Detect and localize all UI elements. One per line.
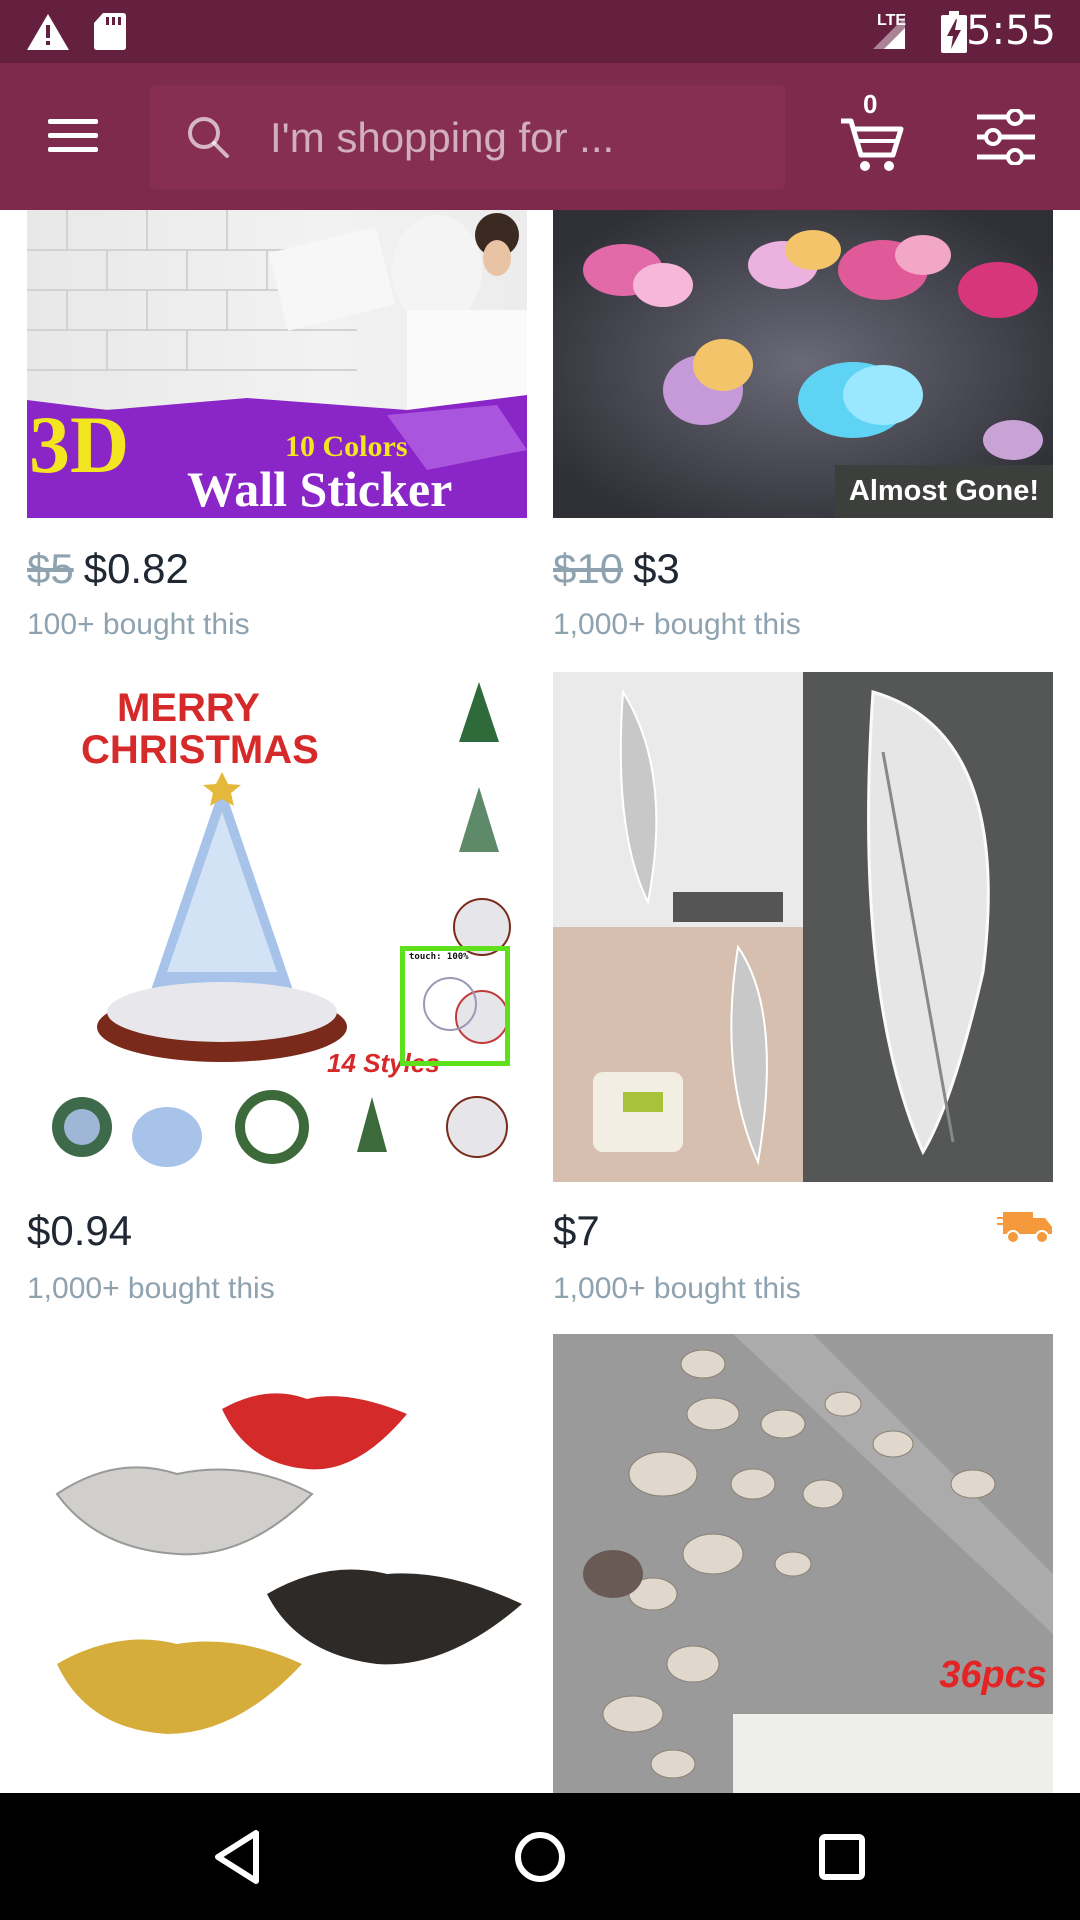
clock: 5:55 (966, 8, 1056, 54)
image-text-36pcs: 36pcs (939, 1654, 1047, 1696)
touch-indicator: touch: 100% (400, 946, 510, 1066)
bought-count: 1,000+ bought this (553, 608, 801, 641)
product-card[interactable]: 36pcs (553, 1334, 1053, 1793)
bought-count: 100+ bought this (27, 608, 250, 641)
sale-price: $0.94 (27, 1207, 133, 1254)
product-image: Almost Gone! (553, 210, 1053, 518)
price-row: $7 (553, 1207, 600, 1255)
product-image: 3D 10 Colors Wall Sticker (27, 210, 527, 518)
image-text-wall-sticker: Wall Sticker (187, 461, 453, 517)
filter-sliders-icon (977, 108, 1035, 166)
search-icon (188, 117, 229, 158)
search-bar[interactable] (150, 85, 785, 189)
home-button[interactable] (498, 1815, 582, 1899)
filter-button[interactable] (975, 108, 1037, 166)
warning-icon (27, 14, 69, 50)
product-card[interactable]: $7 1,000+ bought this (553, 672, 1053, 1305)
signal-icon (873, 17, 905, 49)
touch-indicator-label: touch: 100% (409, 952, 469, 962)
navigation-bar (0, 1793, 1080, 1920)
home-icon (515, 1832, 565, 1882)
back-button[interactable] (196, 1815, 280, 1899)
product-image: MERRY CHRISTMAS 14 Styles (27, 672, 527, 1182)
product-card[interactable] (27, 1334, 527, 1793)
product-image (27, 1334, 527, 1793)
product-card[interactable]: 3D 10 Colors Wall Sticker $5 $0.82 100+ b… (27, 210, 527, 650)
price-row: $10 $3 (553, 545, 680, 593)
image-text-colors: 10 Colors (285, 430, 408, 463)
product-card[interactable]: Almost Gone! $10 $3 1,000+ bought this (553, 210, 1053, 650)
original-price: $10 (553, 545, 624, 592)
original-price: $5 (27, 545, 74, 592)
bought-count: 1,000+ bought this (553, 1272, 801, 1305)
recents-button[interactable] (800, 1815, 884, 1899)
product-image: 36pcs (553, 1334, 1053, 1793)
app-bar: 0 (0, 63, 1080, 210)
sd-card-icon (94, 13, 126, 50)
image-text-3d: 3D (29, 399, 130, 490)
truck-icon (997, 1212, 1052, 1244)
image-text-merry: MERRY (117, 686, 260, 730)
search-input[interactable] (268, 103, 772, 173)
status-bar: LTE 5:55 (0, 0, 1080, 63)
cart-icon (841, 118, 904, 171)
almost-gone-badge: Almost Gone! (834, 465, 1053, 518)
recents-icon (819, 1834, 865, 1880)
menu-button[interactable] (38, 105, 106, 165)
image-text-christmas: CHRISTMAS (81, 728, 319, 772)
product-grid: 3D 10 Colors Wall Sticker $5 $0.82 100+ b… (0, 210, 1080, 1793)
sale-price: $7 (553, 1207, 600, 1254)
sale-price: $0.82 (83, 545, 189, 592)
battery-charging-icon (941, 11, 967, 53)
touch-point-icon (423, 977, 477, 1031)
bought-count: 1,000+ bought this (27, 1272, 275, 1305)
price-row: $5 $0.82 (27, 545, 189, 593)
cart-button[interactable]: 0 (835, 89, 907, 177)
sale-price: $3 (633, 545, 680, 592)
menu-icon (48, 119, 98, 124)
product-image (553, 672, 1053, 1182)
back-icon (215, 1830, 259, 1884)
price-row: $0.94 (27, 1207, 132, 1255)
